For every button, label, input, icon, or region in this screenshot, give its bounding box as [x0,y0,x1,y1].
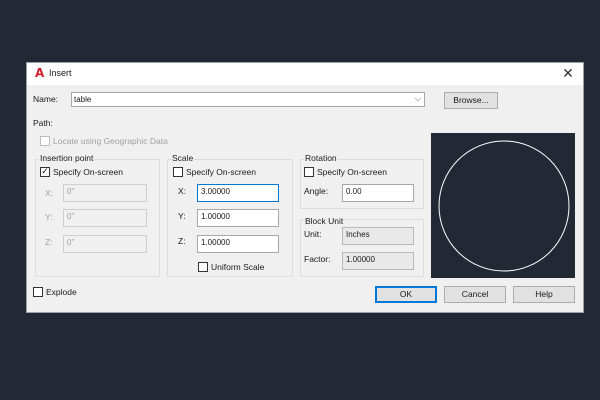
rotation-specify-checkbox[interactable] [304,167,314,177]
autocad-logo-icon: A [35,66,45,80]
insert-dialog: A Insert ✕ Name: table ⌵ Browse... Path:… [26,62,584,313]
angle-input[interactable]: 0.00 [342,184,414,202]
scale-y-input[interactable]: 1.00000 [197,209,279,227]
uniform-scale-label: Uniform Scale [211,262,265,272]
chevron-down-icon[interactable]: ⌵ [415,94,421,104]
scale-specify-checkbox[interactable] [173,167,183,177]
insertion-z-label: Z: [45,237,53,247]
preview-circle [438,140,570,272]
scale-z-input[interactable]: 1.00000 [197,235,279,253]
insertion-y-label: Y: [45,212,53,222]
unit-value: Inches [342,227,414,245]
close-icon[interactable]: ✕ [559,65,577,83]
cancel-button[interactable]: Cancel [444,286,506,303]
scale-z-label: Z: [178,236,186,246]
angle-label: Angle: [304,186,329,196]
rotation-title: Rotation [304,153,338,163]
unit-label: Unit: [304,229,322,239]
explode-checkbox[interactable] [33,287,43,297]
uniform-scale-checkbox[interactable] [198,262,208,272]
name-label: Name: [33,94,59,104]
scale-x-input[interactable]: 3.00000 [197,184,279,202]
scale-x-label: X: [178,186,187,196]
geo-data-label: Locate using Geographic Data [53,136,168,146]
name-value: table [74,95,92,104]
rotation-specify-label: Specify On-screen [317,167,387,177]
insertion-point-title: Insertion point [39,153,95,163]
factor-value: 1.00000 [342,252,414,270]
geo-data-checkbox[interactable] [40,136,50,146]
dialog-title: Insert [49,68,72,78]
factor-label: Factor: [304,254,331,264]
title-bar: A Insert ✕ [27,63,583,85]
ok-button[interactable]: OK [375,286,437,303]
help-button[interactable]: Help [513,286,575,303]
insertion-specify-label: Specify On-screen [53,167,123,177]
insertion-specify-checkbox[interactable]: ✓ [40,167,50,177]
scale-title: Scale [171,153,195,163]
insertion-x-input[interactable]: 0" [63,184,147,202]
insertion-x-label: X: [45,188,54,198]
scale-specify-label: Specify On-screen [186,167,256,177]
block-unit-title: Block Unit [304,216,345,226]
insertion-y-input[interactable]: 0" [63,209,147,227]
explode-label: Explode [46,287,77,297]
name-combobox[interactable]: table ⌵ [71,92,425,107]
block-preview [431,133,575,278]
insertion-z-input[interactable]: 0" [63,235,147,253]
browse-button[interactable]: Browse... [444,92,498,109]
scale-y-label: Y: [178,211,186,221]
path-label: Path: [33,118,53,128]
